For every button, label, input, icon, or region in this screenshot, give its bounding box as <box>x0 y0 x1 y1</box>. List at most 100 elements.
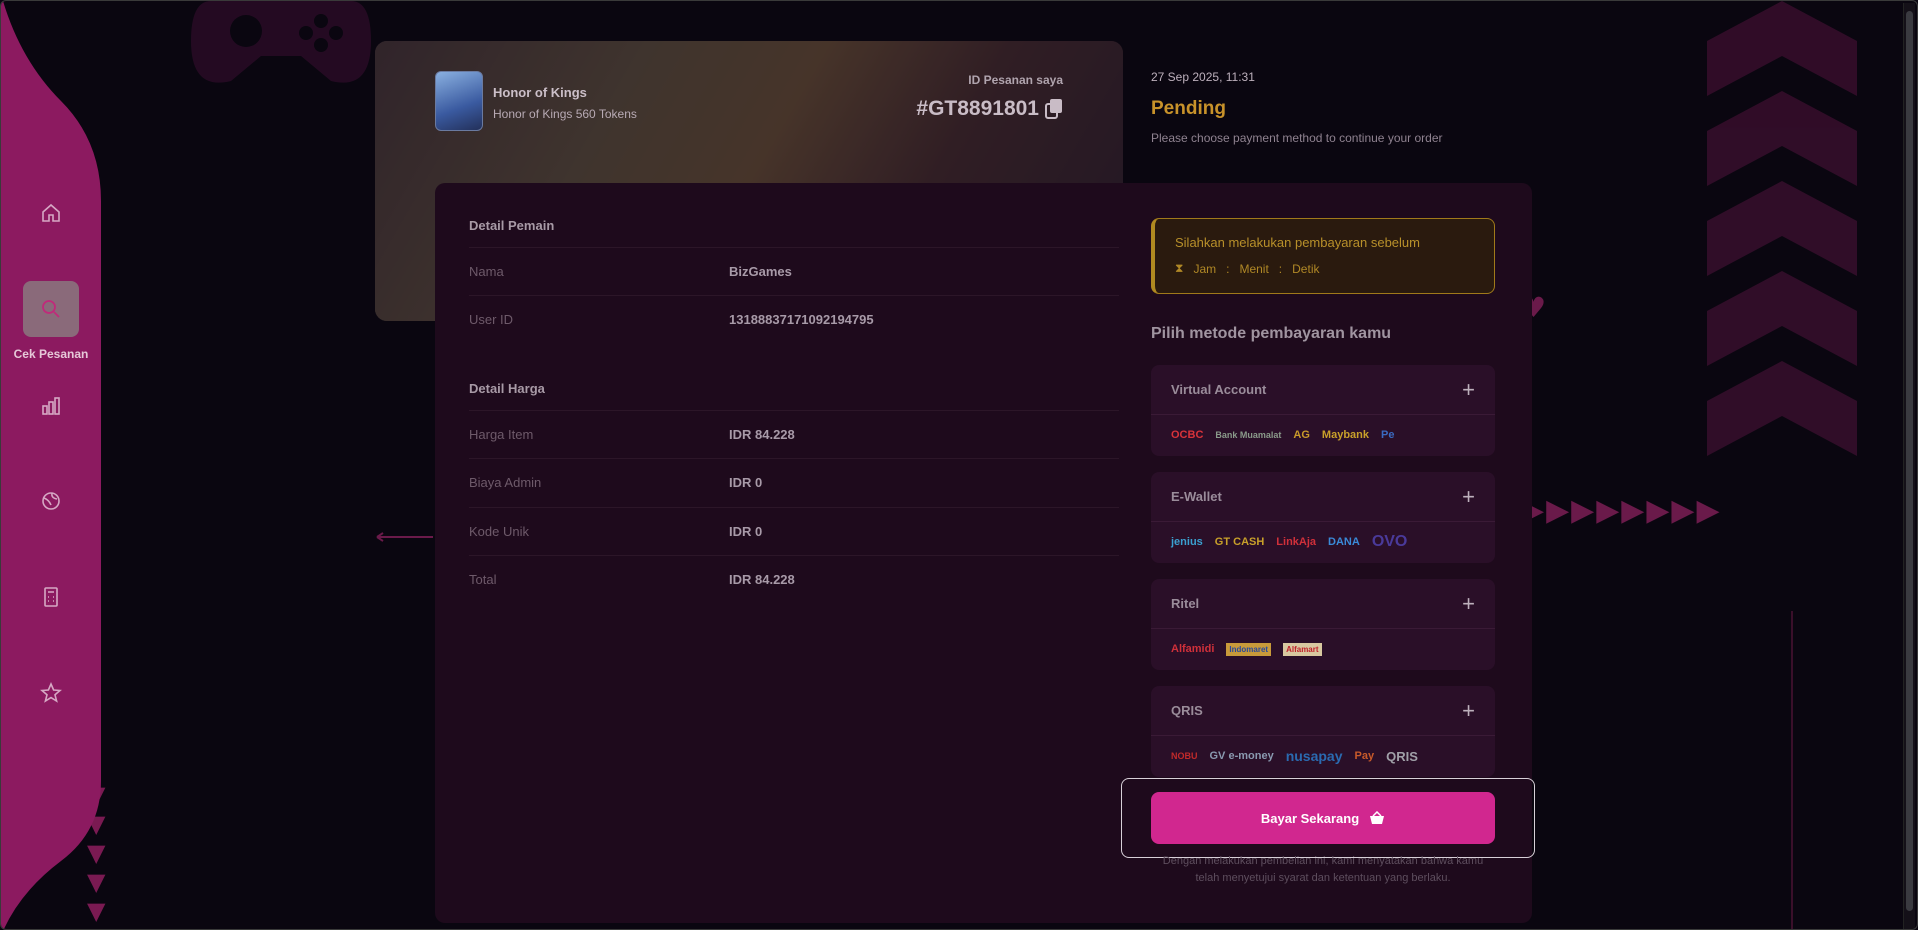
row-key: Kode Unik <box>469 524 529 539</box>
order-date: 27 Sep 2025, 11:31 <box>1151 70 1255 84</box>
row-key: User ID <box>469 312 514 327</box>
row-key: Nama <box>469 264 504 279</box>
nav-leaderboard[interactable] <box>23 378 79 434</box>
payment-method-name: Ritel <box>1171 596 1200 611</box>
dana-logo: DANA <box>1328 536 1360 548</box>
row-value: IDR 84.228 <box>729 572 795 587</box>
payment-method-ritel[interactable]: Ritel + Alfamidi Indomaret Alfamart <box>1151 579 1495 670</box>
order-status: Pending <box>1151 98 1226 119</box>
nobu-logo: NOBU <box>1171 751 1198 761</box>
pay-button-highlight: Bayar Sekarang <box>1121 778 1535 858</box>
nusapay-logo: nusapay <box>1285 748 1343 764</box>
pay-now-label: Bayar Sekarang <box>1260 810 1360 826</box>
nav-calculator[interactable] <box>23 569 79 625</box>
payment-logos: NOBU GV e-money nusapay Pay QRIS <box>1151 736 1495 776</box>
countdown-minutes: Menit <box>1239 261 1269 276</box>
row-key: Biaya Admin <box>469 475 542 490</box>
payment-method-qris[interactable]: QRIS + NOBU GV e-money nusapay Pay QRIS <box>1151 686 1495 777</box>
home-icon <box>42 203 60 222</box>
basket-icon <box>1370 811 1385 824</box>
row-value: 13188837171092194795 <box>729 312 874 327</box>
payment-countdown: Silahkan melakukan pembayaran sebelum ⧗ … <box>1151 218 1495 294</box>
payment-method-name: QRIS <box>1171 703 1203 718</box>
arrow-decoration-icon: ▶▶▶▶▶▶▶▶ <box>1521 493 1722 528</box>
muamalat-logo: Bank Muamalat <box>1215 430 1282 440</box>
expand-plus-icon[interactable]: + <box>1462 378 1475 401</box>
nav-favorites[interactable] <box>23 665 79 721</box>
indomaret-logo: Indomaret <box>1226 642 1272 656</box>
payment-method-virtual-account[interactable]: Virtual Account + OCBC Bank Muamalat AG … <box>1151 365 1495 456</box>
countdown-hours: Jam <box>1193 261 1217 276</box>
expand-plus-icon[interactable]: + <box>1462 699 1475 722</box>
jenius-logo: jenius <box>1171 536 1203 548</box>
pay-now-button[interactable]: Bayar Sekarang <box>1151 792 1495 844</box>
sidebar-background <box>1 1 101 929</box>
payment-method-name: Virtual Account <box>1171 382 1267 397</box>
table-row: Nama BizGames <box>469 247 1119 295</box>
linkaja-logo: LinkAja <box>1276 536 1317 548</box>
table-row: Kode Unik IDR 0 <box>469 507 1119 555</box>
payment-method-header[interactable]: Virtual Account + <box>1151 365 1495 415</box>
expand-plus-icon[interactable]: + <box>1462 485 1475 508</box>
qris-logo: QRIS <box>1386 748 1418 764</box>
page-frame: ▶▶▶▶▶▶▶▶ ♥ ▼▼▼▼▼ Cek Pesanan Honor of K <box>0 0 1918 930</box>
order-id: #GT8891801 <box>916 97 1039 120</box>
price-section-title: Detail Harga <box>469 381 545 396</box>
table-row: Harga Item IDR 84.228 <box>469 410 1119 458</box>
payment-method-header[interactable]: E-Wallet + <box>1151 472 1495 522</box>
payment-logos: Alfamidi Indomaret Alfamart <box>1151 629 1495 669</box>
gv-emoney-logo: GV e-money <box>1209 750 1274 762</box>
nav-cek-pesanan[interactable] <box>23 281 79 337</box>
payment-method-header[interactable]: Ritel + <box>1151 579 1495 629</box>
scrollbar-thumb[interactable] <box>1906 11 1913 911</box>
row-value: IDR 84.228 <box>729 427 795 442</box>
bar-chart-icon <box>42 397 60 415</box>
countdown-seconds: Detik <box>1292 261 1320 276</box>
payment-logos: OCBC Bank Muamalat AG Maybank Pe <box>1151 415 1495 455</box>
sidebar: Cek Pesanan <box>1 1 101 929</box>
payment-method-name: E-Wallet <box>1171 489 1222 504</box>
player-section-title: Detail Pemain <box>469 218 555 233</box>
table-row: Total IDR 84.228 <box>469 555 1119 603</box>
hourglass-icon: ⧗ <box>1175 261 1184 275</box>
countdown-text: Silahkan melakukan pembayaran sebelum <box>1175 235 1420 250</box>
decorative-line <box>1791 611 1793 929</box>
countdown-separator: : <box>1226 261 1230 276</box>
countdown-units: ⧗ Jam : Menit : Detik <box>1175 261 1319 276</box>
chevron-decoration-icon <box>1707 1 1857 456</box>
row-value: BizGames <box>729 264 792 279</box>
row-key: Total <box>469 572 497 587</box>
calculator-icon <box>44 587 58 607</box>
payment-method-ewallet[interactable]: E-Wallet + jenius GT CASH LinkAja DANA O… <box>1151 472 1495 563</box>
permata-logo: Pe <box>1381 429 1395 441</box>
nav-globe[interactable] <box>23 473 79 529</box>
copy-icon[interactable] <box>1045 99 1063 119</box>
nav-home[interactable] <box>23 185 79 241</box>
search-icon <box>42 300 60 318</box>
alfamidi-logo: Alfamidi <box>1171 643 1215 655</box>
payment-logos: jenius GT CASH LinkAja DANA OVO <box>1151 522 1495 562</box>
payment-method-title: Pilih metode pembayaran kamu <box>1151 325 1392 342</box>
expand-plus-icon[interactable]: + <box>1462 592 1475 615</box>
product-name: Honor of Kings 560 Tokens <box>493 107 637 121</box>
star-icon <box>40 681 62 703</box>
row-key: Harga Item <box>469 427 534 442</box>
vertical-scrollbar[interactable] <box>1903 3 1915 929</box>
shopeepay-logo: Pay <box>1354 750 1375 762</box>
table-row: Biaya Admin IDR 0 <box>469 458 1119 506</box>
countdown-separator: : <box>1278 261 1283 276</box>
game-name: Honor of Kings <box>493 85 587 100</box>
row-value: IDR 0 <box>729 524 763 539</box>
order-id-label: ID Pesanan saya <box>968 73 1063 87</box>
row-value: IDR 0 <box>729 475 763 490</box>
terms-text: Dengan melakukan pembelian ini, kami men… <box>1162 855 1484 884</box>
order-status-message: Please choose payment method to continue… <box>1151 131 1443 145</box>
ovo-logo: OVO <box>1371 533 1408 550</box>
payment-method-header[interactable]: QRIS + <box>1151 686 1495 736</box>
nav-cek-pesanan-label[interactable]: Cek Pesanan <box>1 347 101 361</box>
game-thumbnail <box>435 71 483 131</box>
alfamart-logo: Alfamart <box>1283 642 1322 656</box>
maybank-logo: Maybank <box>1321 429 1369 441</box>
gtcash-logo: GT CASH <box>1214 536 1265 548</box>
ag-logo: AG <box>1293 429 1310 441</box>
